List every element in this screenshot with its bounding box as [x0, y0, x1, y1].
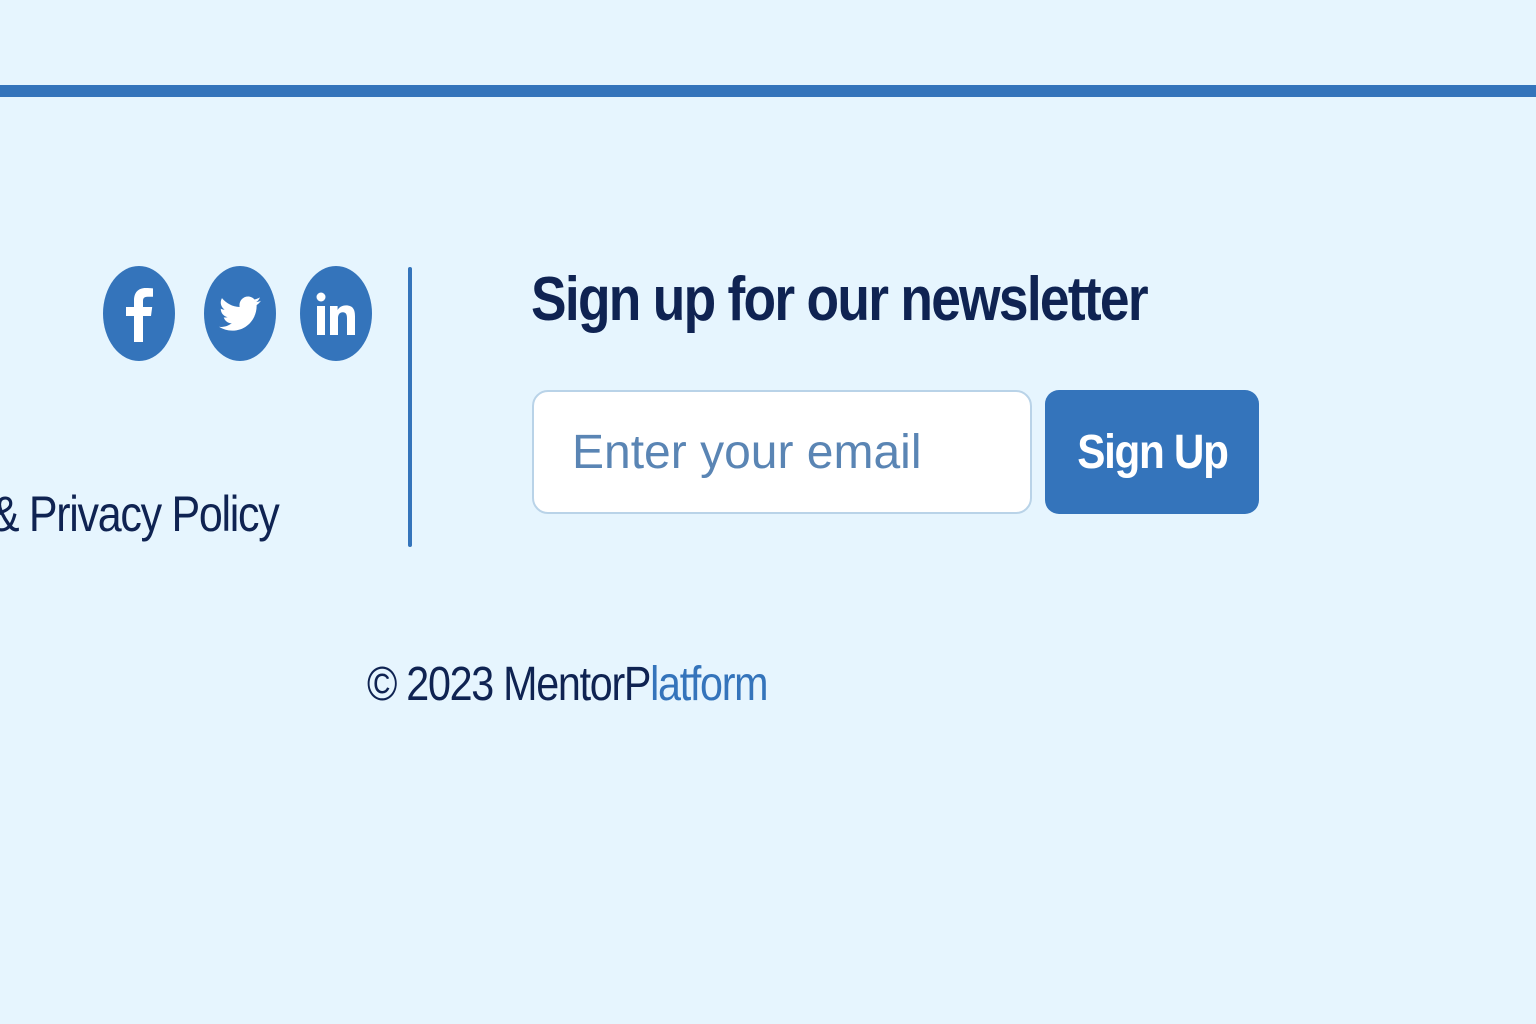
privacy-policy-link[interactable]: & Privacy Policy: [0, 484, 279, 544]
linkedin-icon: [316, 292, 355, 335]
vertical-divider: [408, 267, 412, 547]
top-divider-bar: [0, 85, 1536, 97]
brand-name-end: latform: [650, 658, 768, 711]
facebook-link[interactable]: [103, 266, 175, 361]
email-input[interactable]: [532, 390, 1032, 514]
linkedin-link[interactable]: [300, 266, 372, 361]
sign-up-button-label: Sign Up: [1076, 425, 1229, 479]
newsletter-heading: Sign up for our newsletter: [531, 265, 1149, 334]
twitter-icon: [219, 296, 261, 331]
twitter-link[interactable]: [204, 266, 276, 361]
sign-up-button[interactable]: Sign Up: [1045, 390, 1259, 514]
copyright-notice: © 2023 MentorPlatform: [367, 655, 769, 715]
copyright-prefix: © 2023: [367, 658, 504, 711]
social-links: [103, 266, 373, 361]
facebook-icon: [126, 287, 153, 342]
brand-name-start: MentorP: [503, 658, 651, 711]
